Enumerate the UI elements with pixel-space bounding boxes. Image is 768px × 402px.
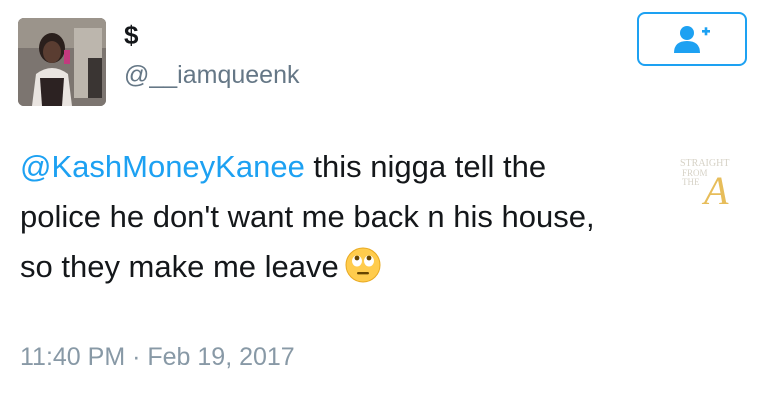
tweet-line-3: so they make me leave [20,242,750,292]
mention-link[interactable]: @KashMoneyKanee [20,149,305,184]
add-user-icon [674,26,710,53]
avatar-photo [18,18,106,106]
tweet-text-line3: so they make me leave [20,249,339,284]
tweet-text-line1: this nigga tell the [304,149,547,184]
watermark-graphic: STRAIGHT FROM THE A [680,158,729,213]
follow-button[interactable] [637,12,747,66]
tweet-text: @KashMoneyKanee this nigga tell the poli… [20,142,750,292]
watermark-logo: STRAIGHT FROM THE A [676,154,742,213]
watermark-letter: A [701,168,729,210]
timestamp[interactable]: 11:40 PM · Feb 19, 2017 [20,342,295,372]
eye-roll-emoji-icon [345,247,381,283]
watermark-line3: THE [682,177,700,187]
tweet-line-1: @KashMoneyKanee this nigga tell the [20,142,750,192]
avatar[interactable] [18,18,106,106]
username-handle[interactable]: @__iamqueenk [124,60,300,90]
tweet-text-line2: police he don't want me back n his house… [20,199,595,234]
display-name[interactable]: $ [124,20,138,50]
